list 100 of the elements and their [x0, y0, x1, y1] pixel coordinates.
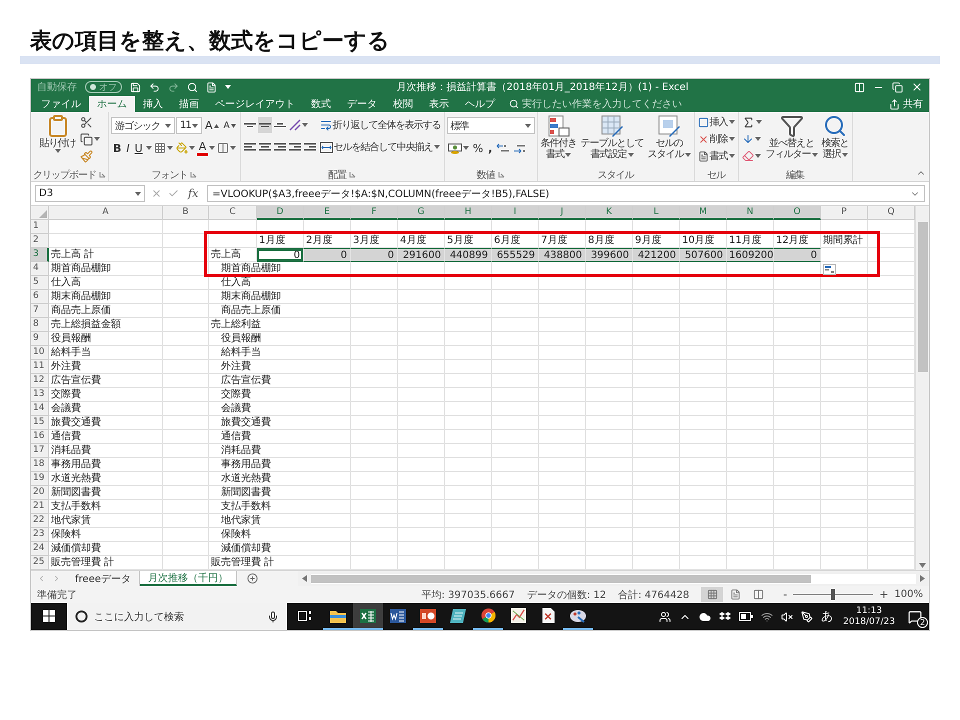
- ribbon-tab[interactable]: ファイル: [33, 96, 89, 112]
- column-header[interactable]: J: [539, 206, 586, 220]
- orientation-button[interactable]: [288, 117, 309, 133]
- font-color-button[interactable]: A: [196, 140, 208, 156]
- paste-options-icon[interactable]: [823, 264, 836, 275]
- underline-button[interactable]: U: [132, 140, 145, 156]
- font-size-field[interactable]: 11: [176, 117, 202, 134]
- row-header[interactable]: 12: [31, 374, 49, 388]
- column-header[interactable]: N: [727, 206, 774, 220]
- merge-center-button[interactable]: セルを結合して中央揃え: [318, 139, 442, 155]
- scroll-right-icon[interactable]: [920, 575, 925, 582]
- ribbon-tab[interactable]: 数式: [303, 96, 339, 112]
- row-header[interactable]: 20: [31, 486, 49, 500]
- clear-button[interactable]: [740, 148, 763, 164]
- ime-indicator[interactable]: あ: [817, 603, 838, 630]
- italic-button[interactable]: I: [124, 140, 132, 156]
- comma-button[interactable]: ,: [486, 140, 494, 156]
- row-header[interactable]: 1: [31, 220, 49, 234]
- insert-button[interactable]: 挿入: [696, 114, 736, 130]
- row-header[interactable]: 15: [31, 416, 49, 430]
- percent-button[interactable]: %: [470, 140, 486, 156]
- zoom-out-button[interactable]: -: [781, 588, 790, 601]
- vertical-scrollbar[interactable]: [915, 206, 929, 570]
- normal-view-button[interactable]: [701, 587, 724, 602]
- close-icon[interactable]: [911, 81, 923, 93]
- scroll-down-icon[interactable]: [919, 563, 926, 568]
- column-header[interactable]: A: [49, 206, 163, 220]
- row-header[interactable]: 4: [31, 262, 49, 276]
- delete-button[interactable]: 削除: [696, 131, 736, 147]
- row-header[interactable]: 3: [31, 248, 49, 262]
- formula-field[interactable]: =VLOOKUP($A3,freeeデータ!$A:$N,COLUMN(freeeデータ!B5),FALSE): [207, 185, 925, 202]
- row-header[interactable]: 5: [31, 276, 49, 290]
- row-header[interactable]: 7: [31, 304, 49, 318]
- dialog-launcher-icon[interactable]: [99, 171, 106, 178]
- column-header[interactable]: K: [586, 206, 633, 220]
- ribbon-tab[interactable]: ページレイアウト: [207, 96, 303, 112]
- font-name-field[interactable]: 游ゴシック: [111, 117, 175, 134]
- row-header[interactable]: 13: [31, 388, 49, 402]
- tell-me-search[interactable]: 実行したい作業を入力してください: [503, 96, 688, 112]
- number-format-field[interactable]: 標準: [446, 117, 535, 134]
- format-button[interactable]: 書式: [696, 148, 736, 164]
- notifications-button[interactable]: 2: [901, 603, 929, 630]
- column-header[interactable]: C: [209, 206, 257, 220]
- microphone-icon[interactable]: [267, 610, 279, 622]
- undo-icon[interactable]: [149, 82, 160, 92]
- name-box[interactable]: D3: [35, 185, 145, 202]
- ribbon-tab[interactable]: 校閲: [385, 96, 421, 112]
- sort-filter-button[interactable]: 並べ替えと フィルター: [764, 114, 819, 160]
- column-header[interactable]: O: [774, 206, 821, 220]
- scrollbar-thumb[interactable]: [310, 574, 811, 582]
- dialog-launcher-icon[interactable]: [190, 171, 198, 178]
- copy-button[interactable]: [78, 131, 100, 147]
- column-header[interactable]: G: [398, 206, 445, 220]
- zoom-thumb[interactable]: [831, 589, 836, 600]
- ribbon-tab[interactable]: データ: [339, 96, 385, 112]
- column-header[interactable]: E: [304, 206, 351, 220]
- row-header[interactable]: 25: [31, 556, 49, 570]
- save-icon[interactable]: [130, 82, 141, 92]
- row-header[interactable]: 19: [31, 472, 49, 486]
- row-header[interactable]: 17: [31, 444, 49, 458]
- scroll-left-icon[interactable]: [302, 575, 307, 582]
- add-sheet-icon[interactable]: [246, 573, 258, 584]
- wrap-text-button[interactable]: 折り返して全体を表示する: [318, 117, 442, 133]
- row-header[interactable]: 8: [31, 318, 49, 332]
- row-header[interactable]: 21: [31, 500, 49, 514]
- grow-font-button[interactable]: A: [203, 118, 221, 134]
- taskbar-button[interactable]: [353, 603, 383, 630]
- row-header[interactable]: 18: [31, 458, 49, 472]
- ribbon-tab[interactable]: 表示: [421, 96, 457, 112]
- row-header[interactable]: 11: [31, 360, 49, 374]
- scrollbar-thumb[interactable]: [918, 222, 928, 372]
- row-header[interactable]: 9: [31, 332, 49, 346]
- align-middle-button[interactable]: [258, 117, 272, 133]
- row-header[interactable]: 24: [31, 542, 49, 556]
- column-header[interactable]: L: [633, 206, 680, 220]
- column-header[interactable]: I: [492, 206, 539, 220]
- fill-color-button[interactable]: [174, 140, 196, 156]
- row-header[interactable]: 23: [31, 528, 49, 542]
- column-header[interactable]: Q: [868, 206, 915, 220]
- column-header[interactable]: B: [163, 206, 209, 220]
- ribbon-tab[interactable]: 挿入: [135, 96, 171, 112]
- style-button[interactable]: セルの スタイル: [646, 114, 692, 160]
- taskbar-search-field[interactable]: ここに入力して検索: [67, 603, 287, 630]
- zoom-in-button[interactable]: +: [877, 588, 890, 601]
- column-header[interactable]: D: [257, 206, 304, 220]
- sheet-tab[interactable]: 月次推移（千円）: [140, 571, 237, 586]
- ribbon-tab[interactable]: 描画: [171, 96, 207, 112]
- restore-icon[interactable]: [892, 82, 903, 92]
- column-header[interactable]: P: [821, 206, 868, 220]
- phonetic-button[interactable]: [216, 140, 238, 156]
- row-header[interactable]: 14: [31, 402, 49, 416]
- insert-function-button[interactable]: fx: [185, 187, 202, 200]
- column-header[interactable]: H: [445, 206, 492, 220]
- paste-button[interactable]: 貼り付け: [38, 114, 76, 153]
- share-button[interactable]: 共有: [883, 96, 929, 112]
- ribbon-tab[interactable]: ヘルプ: [457, 96, 503, 112]
- find-select-button[interactable]: 検索と 選択: [820, 114, 850, 160]
- bold-button[interactable]: B: [111, 140, 124, 156]
- shrink-font-button[interactable]: A: [222, 118, 238, 134]
- customize-caret-icon[interactable]: [225, 85, 231, 89]
